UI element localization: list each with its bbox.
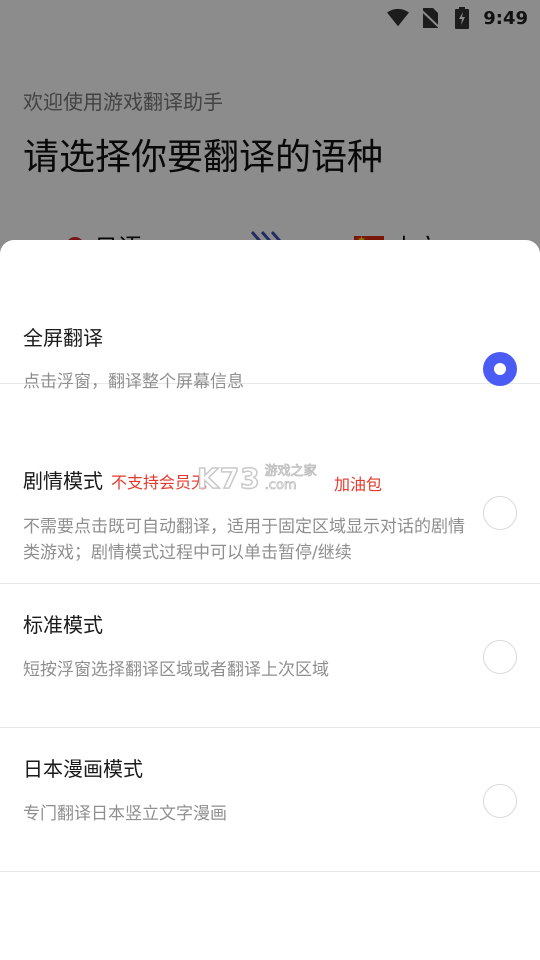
watermark-site: 游戏之家 <box>264 463 317 479</box>
option-tag: 不支持会员无 <box>111 473 208 492</box>
translation-mode-sheet: 全屏翻译 点击浮窗，翻译整个屏幕信息 剧情模式 不支持会员无 加油包 不需要点击… <box>0 240 540 960</box>
radio-button[interactable] <box>483 784 517 818</box>
option-description: 不需要点击既可自动翻译，适用于固定区域显示对话的剧情类游戏；剧情模式过程中可以单… <box>23 517 465 563</box>
option-fullscreen[interactable]: 全屏翻译 点击浮窗，翻译整个屏幕信息 <box>0 240 540 392</box>
option-description: 专门翻译日本竖立文字漫画 <box>23 804 227 824</box>
option-standard-mode[interactable]: 标准模式 短按浮窗选择翻译区域或者翻译上次区域 <box>0 584 540 728</box>
option-tag-end: 加油包 <box>334 475 383 494</box>
radio-button-selected[interactable] <box>483 352 517 386</box>
option-description: 短按浮窗选择翻译区域或者翻译上次区域 <box>23 660 329 680</box>
option-title: 日本漫画模式 <box>23 757 143 781</box>
radio-button[interactable] <box>483 640 517 674</box>
option-title: 标准模式 <box>23 613 103 637</box>
watermark-domain: .com <box>264 477 297 493</box>
option-description: 点击浮窗，翻译整个屏幕信息 <box>23 372 244 392</box>
radio-button[interactable] <box>483 496 517 530</box>
option-title: 全屏翻译 <box>23 326 103 350</box>
watermark-logo: K73 游戏之家 .com <box>196 461 317 496</box>
option-title: 剧情模式 <box>23 469 103 493</box>
watermark-brand: K73 <box>196 461 261 496</box>
option-manga-mode[interactable]: 日本漫画模式 专门翻译日本竖立文字漫画 <box>0 728 540 872</box>
